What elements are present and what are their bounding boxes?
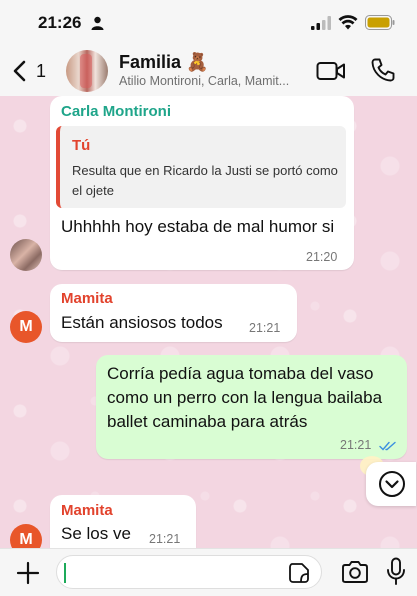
scroll-to-bottom-button[interactable] [366,462,416,506]
message-sender: Mamita [61,502,113,519]
avatar-mamita[interactable]: M [10,524,42,548]
group-avatar[interactable] [66,50,108,92]
double-check-icon [379,441,396,451]
status-time: 21:26 [38,13,82,32]
wifi-icon [338,15,358,30]
phone-icon[interactable] [370,57,396,83]
unread-count: 1 [36,61,47,81]
message-input-bar [0,548,417,596]
chat-members-subtitle[interactable]: Atilio Montironi, Carla, Mamit... [119,74,309,88]
chat-messages-area[interactable]: Carla Montironi Tú Resulta que en Ricard… [0,96,417,548]
person-icon [91,16,104,30]
message-text: Uhhhhh hoy estaba de mal humor si [61,217,335,236]
message-text: Corría pedía agua tomaba del vaso como u… [107,364,383,431]
quoted-text: Resulta que en Ricardo la Justi se portó… [72,163,338,198]
signal-icon [311,16,331,30]
message-text: Están ansiosos todos [61,313,223,332]
message-text: Se los ve [61,524,131,543]
message-bubble-mamita[interactable]: Mamita Están ansiosos todos 21:21 [50,284,297,342]
quoted-author: Tú [72,137,91,154]
text-cursor [64,563,66,583]
battery-icon [365,15,395,30]
camera-icon[interactable] [341,560,369,584]
avatar-carla[interactable] [10,239,42,271]
message-time: 21:21 [149,532,181,546]
status-bar: 21:26 [0,0,417,46]
message-time: 21:21 [249,321,281,335]
message-input[interactable] [56,555,322,589]
message-time: 21:21 [340,438,372,452]
back-button[interactable]: 1 [10,58,50,84]
plus-icon[interactable] [15,560,41,586]
avatar-mamita[interactable]: M [10,311,42,343]
message-time: 21:20 [306,250,338,264]
sticker-icon[interactable] [288,562,310,584]
quoted-message[interactable]: Tú Resulta que en Ricardo la Justi se po… [56,126,346,208]
video-call-icon[interactable] [316,60,346,82]
chat-title[interactable]: Familia 🧸 [119,52,208,73]
message-bubble-outgoing[interactable]: Corría pedía agua tomaba del vaso como u… [96,355,407,459]
message-sender: Carla Montironi [61,103,172,120]
chevron-down-circle-icon [379,471,405,497]
message-sender: Mamita [61,290,113,307]
message-bubble-carla[interactable]: Carla Montironi Tú Resulta que en Ricard… [50,96,354,270]
chat-header: 1 Familia 🧸 Atilio Montironi, Carla, Mam… [0,46,417,96]
microphone-icon[interactable] [386,557,406,587]
chevron-left-icon [13,60,26,82]
message-bubble-mamita[interactable]: Mamita Se los ve 21:21 [50,495,196,548]
